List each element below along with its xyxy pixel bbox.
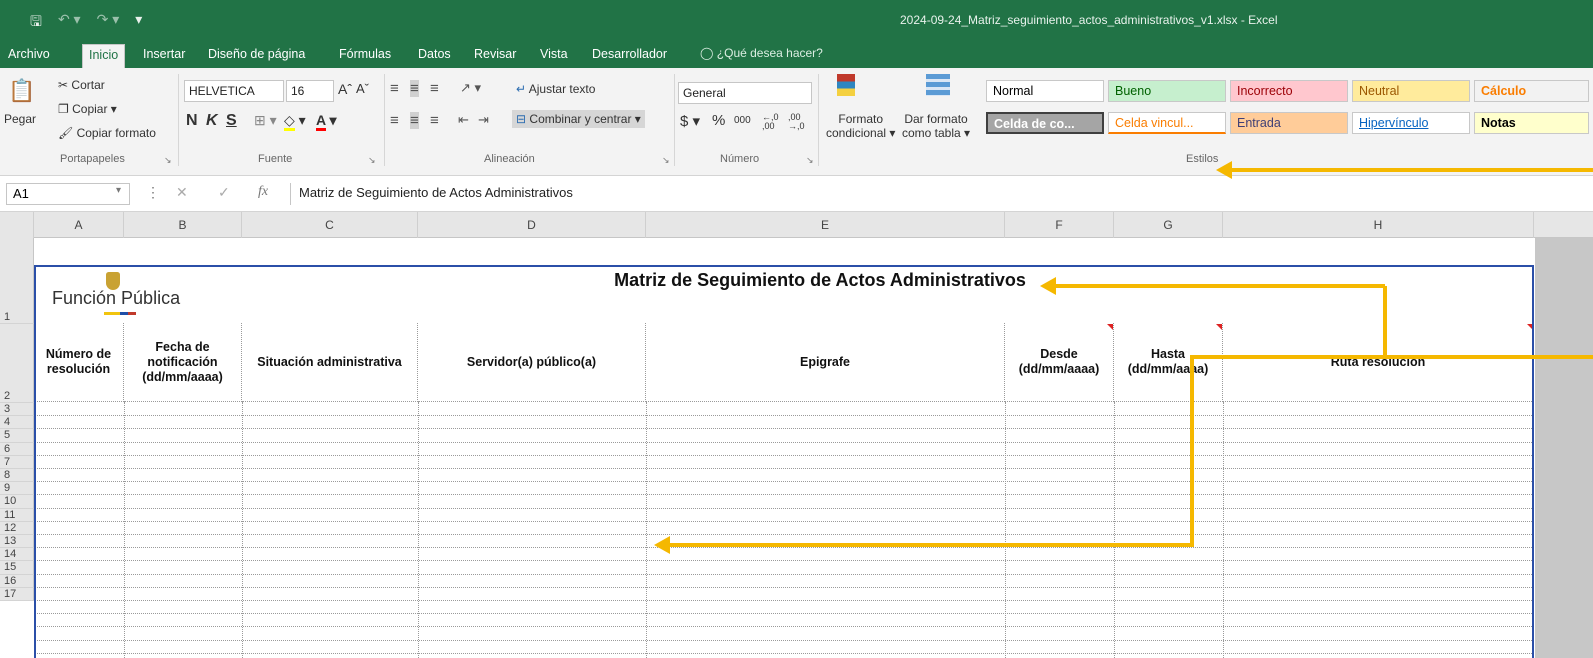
arrowhead-body [654, 536, 670, 554]
arrowhead-title [1040, 277, 1056, 295]
arrow-to-title-path [1383, 286, 1593, 359]
arrow-to-body [668, 355, 1593, 547]
arrowhead-styles [1216, 161, 1232, 179]
annotation-arrows [654, 161, 1593, 554]
